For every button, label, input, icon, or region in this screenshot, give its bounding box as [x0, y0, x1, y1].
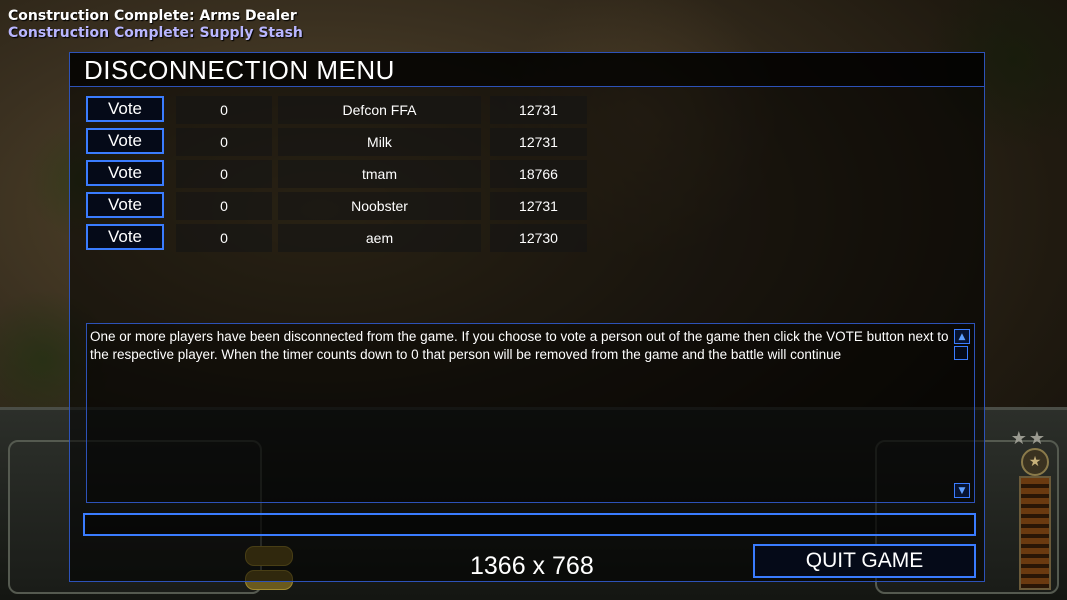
- player-timer: 12730: [490, 224, 587, 252]
- notification-message: Construction Complete: Arms Dealer: [8, 8, 297, 24]
- message-box: One or more players have been disconnect…: [86, 323, 975, 503]
- disconnect-message: One or more players have been disconnect…: [90, 329, 949, 362]
- vote-button[interactable]: Vote: [86, 128, 164, 154]
- vote-count: 0: [176, 224, 272, 252]
- vote-count: 0: [176, 96, 272, 124]
- player-name: aem: [278, 224, 481, 252]
- notification-message: Construction Complete: Supply Stash: [8, 25, 303, 41]
- vote-count: 0: [176, 192, 272, 220]
- general-star-icon[interactable]: ★: [1021, 448, 1049, 476]
- resolution-label: 1366 x 768: [470, 552, 594, 580]
- power-meter: [1019, 476, 1051, 590]
- player-timer: 12731: [490, 128, 587, 156]
- dialog-title: DISCONNECTION MENU: [84, 55, 395, 85]
- player-timer: 12731: [490, 192, 587, 220]
- player-timer: 12731: [490, 96, 587, 124]
- vote-count: 0: [176, 160, 272, 188]
- dialog-title-bar: DISCONNECTION MENU: [70, 53, 984, 87]
- player-timer: 18766: [490, 160, 587, 188]
- scroll-up-icon[interactable]: ▲: [954, 329, 970, 344]
- rank-stars-icon: ★★: [1010, 428, 1047, 449]
- player-name: Noobster: [278, 192, 481, 220]
- vote-button[interactable]: Vote: [86, 160, 164, 186]
- vote-count: 0: [176, 128, 272, 156]
- vote-button[interactable]: Vote: [86, 224, 164, 250]
- quit-game-button[interactable]: QUIT GAME: [753, 544, 976, 578]
- message-scrollbar[interactable]: ▲ ▼: [954, 326, 972, 500]
- scroll-thumb[interactable]: [954, 346, 968, 360]
- player-name: tmam: [278, 160, 481, 188]
- vote-button[interactable]: Vote: [86, 96, 164, 122]
- scroll-down-icon[interactable]: ▼: [954, 483, 970, 498]
- chat-input[interactable]: [83, 513, 976, 536]
- player-name: Milk: [278, 128, 481, 156]
- player-name: Defcon FFA: [278, 96, 481, 124]
- vote-button[interactable]: Vote: [86, 192, 164, 218]
- disconnection-dialog: DISCONNECTION MENU Vote 0 Defcon FFA 127…: [69, 52, 985, 582]
